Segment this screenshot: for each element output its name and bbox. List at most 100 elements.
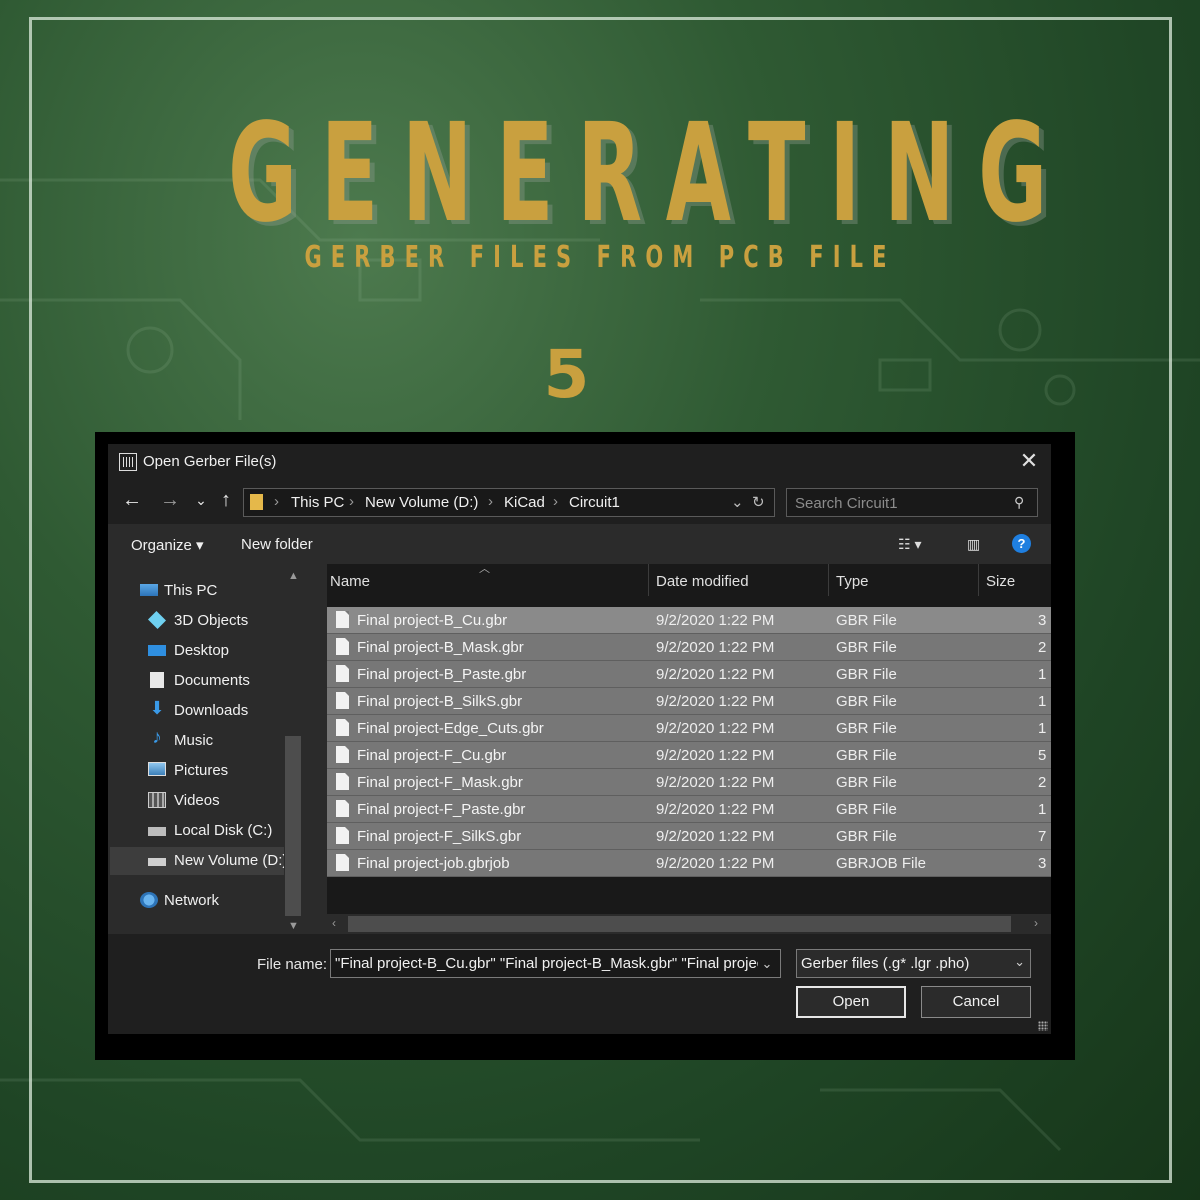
file-date: 9/2/2020 1:22 PM — [656, 639, 775, 656]
scroll-down-icon[interactable]: ▼ — [288, 920, 299, 932]
view-options-icon[interactable]: ☷ ▾ — [898, 536, 921, 553]
navigation-scrollbar[interactable]: ▲ ▼ — [284, 566, 302, 934]
file-name[interactable]: Final project-B_Cu.gbr — [357, 612, 507, 629]
file-name[interactable]: Final project-F_Cu.gbr — [357, 747, 506, 764]
file-row[interactable]: Final project-B_Mask.gbr 9/2/2020 1:22 PM… — [327, 634, 1051, 661]
file-name-value[interactable]: "Final project-B_Cu.gbr" "Final project-… — [335, 955, 764, 972]
file-type: GBR File — [836, 720, 897, 737]
file-name-field[interactable]: "Final project-B_Cu.gbr" "Final project-… — [330, 949, 781, 978]
column-name[interactable]: Name — [330, 573, 370, 590]
file-name[interactable]: Final project-B_SilkS.gbr — [357, 693, 522, 710]
file-icon — [336, 854, 349, 871]
organize-button[interactable]: Organize ▾ — [131, 536, 204, 554]
file-name[interactable]: Final project-B_Paste.gbr — [357, 666, 526, 683]
file-row[interactable]: Final project-F_Paste.gbr 9/2/2020 1:22 P… — [327, 796, 1051, 823]
file-row[interactable]: Final project-B_Paste.gbr 9/2/2020 1:22 P… — [327, 661, 1051, 688]
column-type[interactable]: Type — [836, 573, 869, 590]
column-divider[interactable] — [978, 564, 979, 596]
file-type: GBR File — [836, 612, 897, 629]
file-name[interactable]: Final project-Edge_Cuts.gbr — [357, 720, 544, 737]
recent-locations-chevron-icon[interactable]: ⌄ — [189, 488, 213, 512]
file-date: 9/2/2020 1:22 PM — [656, 828, 775, 845]
file-date: 9/2/2020 1:22 PM — [656, 666, 775, 683]
file-row[interactable]: Final project-job.gbrjob 9/2/2020 1:22 PM… — [327, 850, 1051, 877]
column-size[interactable]: Size — [986, 573, 1015, 590]
file-row[interactable]: Final project-F_Cu.gbr 9/2/2020 1:22 PM GB… — [327, 742, 1051, 769]
search-input[interactable] — [795, 493, 1005, 513]
file-size: 7 — [1038, 828, 1047, 845]
cancel-button[interactable]: Cancel — [921, 986, 1031, 1018]
scrollbar-thumb[interactable] — [348, 916, 1011, 932]
horizontal-scrollbar[interactable]: ‹ › — [327, 914, 1051, 934]
poster-subtitle: GERBER FILES FROM PCB FILE — [304, 240, 896, 275]
resize-grip-icon[interactable] — [1038, 1021, 1048, 1031]
file-name[interactable]: Final project-F_SilkS.gbr — [357, 828, 521, 845]
open-file-dialog: Open Gerber File(s) ✕ ← → ⌄ ↑ › This PC … — [108, 444, 1051, 1034]
scroll-right-icon[interactable]: › — [1034, 916, 1038, 930]
video-icon — [148, 792, 166, 808]
breadcrumb-circuit1[interactable]: Circuit1 — [569, 494, 620, 511]
column-header-row: Name ︿ Date modified Type Size — [327, 563, 1051, 600]
breadcrumb-kicad[interactable]: KiCad — [504, 494, 545, 511]
chevron-down-icon[interactable]: ⌄ — [758, 954, 776, 974]
file-type: GBR File — [836, 801, 897, 818]
file-name[interactable]: Final project-F_Paste.gbr — [357, 801, 525, 818]
file-date: 9/2/2020 1:22 PM — [656, 855, 775, 872]
open-button[interactable]: Open — [796, 986, 906, 1018]
drive-icon — [148, 827, 166, 836]
file-size: 2 — [1038, 639, 1047, 656]
gerber-app-icon — [119, 453, 137, 471]
file-type: GBR File — [836, 774, 897, 791]
scrollbar-thumb[interactable] — [285, 736, 301, 916]
sidebar-item-new-volume[interactable]: New Volume (D:) — [110, 847, 287, 875]
new-folder-button[interactable]: New folder — [241, 536, 313, 553]
sidebar-item-label: Local Disk (C:) — [174, 822, 273, 839]
scroll-up-icon[interactable]: ▲ — [288, 570, 299, 582]
search-box[interactable]: ⚲ — [786, 488, 1038, 517]
file-icon — [336, 665, 349, 682]
forward-arrow-icon[interactable]: → — [158, 488, 182, 512]
back-arrow-icon[interactable]: ← — [120, 488, 144, 512]
file-row[interactable]: Final project-F_SilkS.gbr 9/2/2020 1:22 P… — [327, 823, 1051, 850]
network-icon — [140, 892, 158, 908]
file-row[interactable]: Final project-F_Mask.gbr 9/2/2020 1:22 PM… — [327, 769, 1051, 796]
close-icon[interactable]: ✕ — [1017, 449, 1041, 473]
preview-pane-icon[interactable]: ▥ — [967, 536, 980, 553]
file-row[interactable]: Final project-B_SilkS.gbr 9/2/2020 1:22 P… — [327, 688, 1051, 715]
step-number: 5 — [543, 336, 590, 413]
dialog-titlebar: Open Gerber File(s) ✕ — [108, 444, 1051, 480]
up-arrow-icon[interactable]: ↑ — [214, 488, 238, 512]
file-size: 3 — [1038, 612, 1047, 629]
navigation-pane: This PC 3D Objects Desktop Documents ⬇ D… — [108, 564, 303, 934]
file-name[interactable]: Final project-F_Mask.gbr — [357, 774, 523, 791]
file-type: GBR File — [836, 639, 897, 656]
dialog-title: Open Gerber File(s) — [143, 453, 277, 470]
sidebar-item-label: Network — [164, 892, 220, 909]
search-icon[interactable]: ⚲ — [1014, 494, 1028, 510]
file-name[interactable]: Final project-B_Mask.gbr — [357, 639, 524, 656]
address-bar[interactable]: › This PC › New Volume (D:) › KiCad › Ci… — [243, 488, 775, 517]
help-icon[interactable]: ? — [1012, 534, 1031, 553]
file-row[interactable]: Final project-B_Cu.gbr 9/2/2020 1:22 PM GB… — [327, 607, 1051, 634]
column-date-modified[interactable]: Date modified — [656, 573, 749, 590]
file-size: 1 — [1038, 801, 1047, 818]
address-dropdown-icon[interactable]: ⌄ — [731, 493, 744, 511]
breadcrumb-this-pc[interactable]: This PC — [291, 494, 344, 511]
refresh-icon[interactable]: ↻ — [752, 493, 765, 511]
breadcrumb-new-volume[interactable]: New Volume (D:) — [365, 494, 478, 511]
column-divider[interactable] — [828, 564, 829, 596]
file-row[interactable]: Final project-Edge_Cuts.gbr 9/2/2020 1:22… — [327, 715, 1051, 742]
file-type-value[interactable]: Gerber files (.g* .lgr .pho) — [801, 955, 969, 972]
navigation-bar: ← → ⌄ ↑ › This PC › New Volume (D:) › Ki… — [108, 480, 1051, 524]
chevron-down-icon[interactable]: ⌄ — [1014, 954, 1025, 970]
column-divider[interactable] — [648, 564, 649, 596]
scroll-left-icon[interactable]: ‹ — [332, 916, 336, 930]
file-name[interactable]: Final project-job.gbrjob — [357, 855, 510, 872]
music-icon: ♪ — [152, 727, 162, 748]
file-icon — [336, 611, 349, 628]
file-type-select[interactable]: Gerber files (.g* .lgr .pho) ⌄ — [796, 949, 1031, 978]
file-icon — [336, 800, 349, 817]
document-icon — [150, 672, 164, 688]
file-icon — [336, 692, 349, 709]
file-size: 1 — [1038, 720, 1047, 737]
